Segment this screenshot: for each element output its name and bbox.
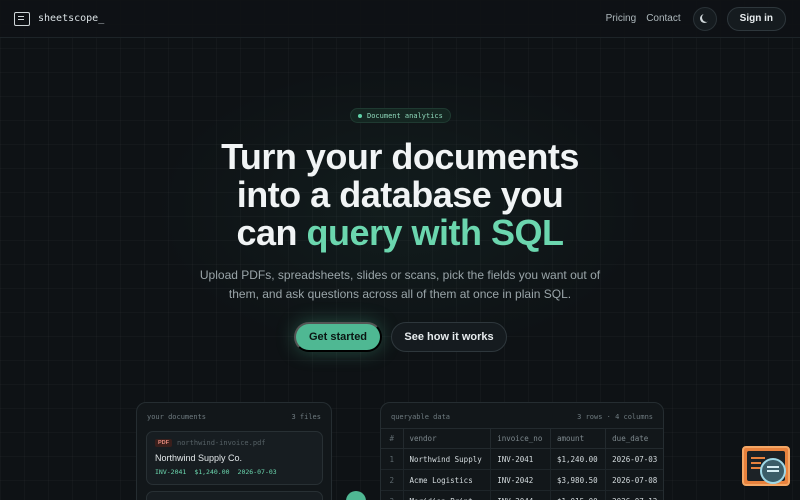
table-header-row: # vendor invoice_no amount due_date — [381, 428, 663, 449]
nav-actions: Pricing Contact Sign in — [606, 6, 786, 31]
connector-icon — [346, 491, 366, 500]
document-card[interactable] — [146, 491, 323, 500]
sign-in-button[interactable]: Sign in — [726, 6, 786, 31]
table-cell: 3 — [381, 490, 404, 500]
bracket-logo-icon — [14, 11, 30, 26]
get-started-button[interactable]: Get started — [294, 322, 382, 352]
help-widget-line — [751, 462, 761, 464]
moon-icon — [702, 13, 711, 22]
documents-panel-title: your documents — [147, 413, 207, 421]
column-header-invoice-no: invoice_no — [490, 428, 551, 449]
data-panel: queryable data 3 rows · 4 columns # vend… — [380, 402, 664, 500]
hero-subtext: Upload PDFs, spreadsheets, slides or sca… — [199, 268, 601, 301]
documents-panel-header: your documents 3 files — [137, 403, 331, 421]
headline-line-1: Turn your documents — [221, 136, 579, 177]
help-widget-line — [751, 457, 765, 459]
top-nav: sheetscope_ Pricing Contact Sign in — [0, 0, 800, 38]
document-company: Northwind Supply Co. — [155, 453, 243, 463]
headline-accent: query with SQL — [306, 212, 565, 253]
see-how-it-works-button[interactable]: See how it works — [391, 322, 507, 352]
column-header-index: # — [381, 428, 404, 449]
document-fields: INV-2041 $1,240.00 2026-07-03 — [155, 468, 314, 476]
pdf-file-icon: PDF — [155, 439, 172, 447]
document-field-amount: $1,240.00 — [194, 468, 230, 476]
table-cell: INV-2041 — [490, 448, 551, 470]
document-field-date: 2026-07-03 — [237, 468, 277, 476]
table-cell: INV-2044 — [490, 490, 551, 500]
badge-dot-icon — [358, 113, 362, 118]
table-cell: 2026-07-08 — [605, 469, 663, 491]
brand[interactable]: sheetscope_ — [14, 11, 105, 26]
table-cell: 2026-07-03 — [605, 448, 663, 470]
table-cell: $1,240.00 — [550, 448, 607, 470]
headline-line-2: into a database you — [236, 174, 564, 215]
table-row[interactable]: 1 Northwind Supply INV-2041 $1,240.00 20… — [381, 448, 663, 470]
nav-link-pricing[interactable]: Pricing — [606, 13, 637, 24]
column-header-amount: amount — [550, 428, 607, 449]
document-field-invoice: INV-2041 — [155, 468, 187, 476]
table-row[interactable]: 3 Meridian Print INV-2044 $1,015.00 2026… — [381, 490, 663, 500]
document-card[interactable]: PDF northwind-invoice.pdf Northwind Supp… — [146, 431, 323, 485]
data-panel-title: queryable data — [391, 413, 451, 421]
brand-name: sheetscope_ — [38, 13, 105, 24]
document-filename: northwind-invoice.pdf — [177, 439, 266, 447]
nav-link-contact[interactable]: Contact — [646, 13, 680, 24]
column-header-vendor: vendor — [403, 428, 492, 449]
table-row[interactable]: 2 Acme Logistics INV-2042 $3,980.50 2026… — [381, 469, 663, 491]
document-card-top: PDF northwind-invoice.pdf — [155, 439, 314, 447]
badge-text: Document analytics — [367, 111, 443, 120]
data-panel-meta: 3 rows · 4 columns — [577, 413, 653, 421]
documents-count: 3 files — [291, 413, 321, 421]
table-cell: Acme Logistics — [403, 469, 492, 491]
table-cell: Northwind Supply — [403, 448, 492, 470]
table-cell: $1,015.00 — [550, 490, 607, 500]
table-cell: $3,980.50 — [550, 469, 607, 491]
headline-line-3: can — [236, 212, 307, 253]
table-cell: 1 — [381, 448, 404, 470]
hero-headline: Turn your documents into a database you … — [150, 138, 650, 252]
magnifier-icon[interactable] — [760, 458, 786, 484]
data-panel-header: queryable data 3 rows · 4 columns — [381, 403, 663, 421]
table-cell: 2 — [381, 469, 404, 491]
theme-toggle-button[interactable] — [692, 6, 717, 31]
column-header-due-date: due_date — [605, 428, 663, 449]
table-cell: Meridian Print — [403, 490, 492, 500]
table-cell: INV-2042 — [490, 469, 551, 491]
table-cell: 2026-07-12 — [605, 490, 663, 500]
documents-panel: your documents 3 files PDF northwind-inv… — [136, 402, 332, 500]
hero-badge: Document analytics — [350, 108, 451, 123]
data-table: # vendor invoice_no amount due_date 1 No… — [381, 428, 663, 500]
